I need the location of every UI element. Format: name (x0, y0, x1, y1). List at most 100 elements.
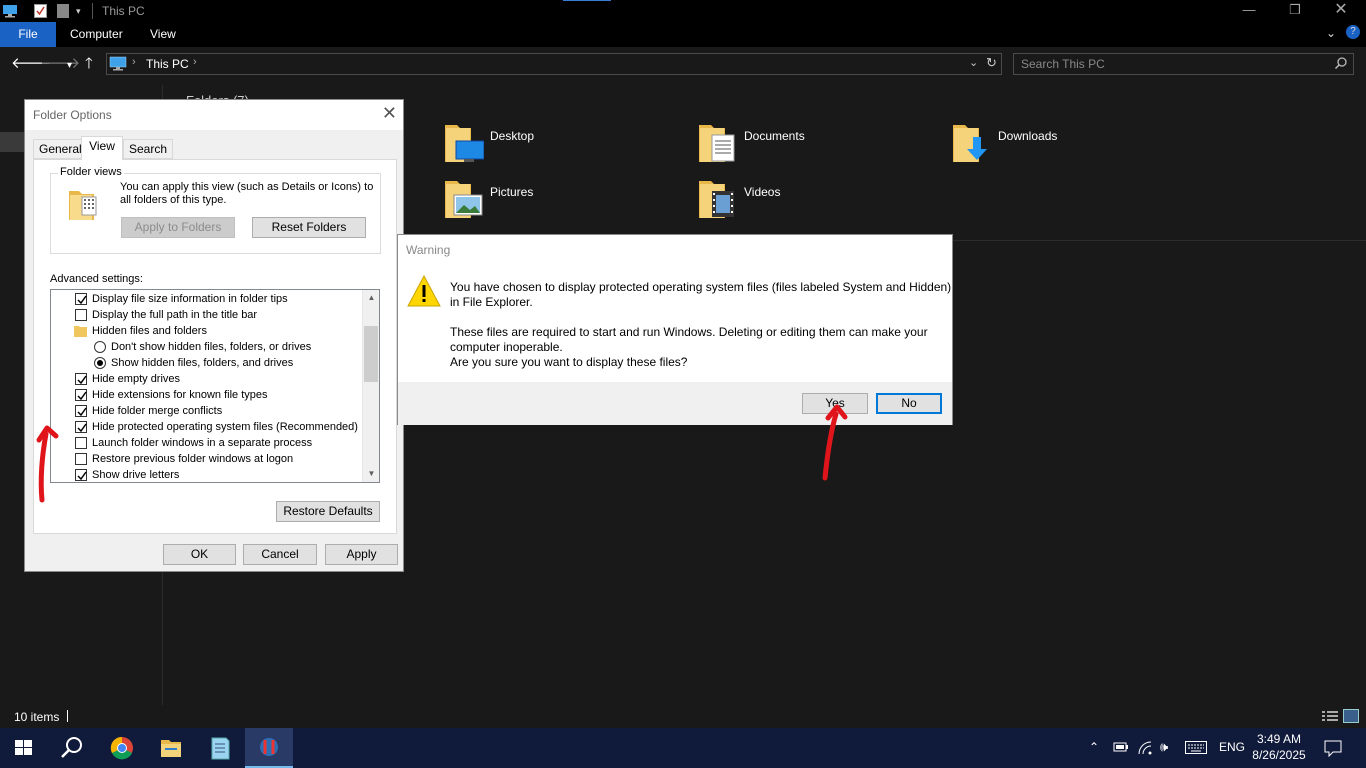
refresh-icon[interactable]: ↻ (986, 55, 997, 71)
large-icons-view-icon[interactable] (1343, 709, 1359, 723)
this-pc-icon (2, 3, 18, 19)
clock[interactable]: 3:49 AM 8/26/2025 (1250, 731, 1308, 763)
checkbox[interactable] (75, 373, 87, 385)
setting-display-full-path[interactable]: Display the full path in the title bar (51, 307, 361, 323)
help-icon[interactable]: ? (1346, 25, 1360, 39)
network-icon[interactable] (1137, 740, 1153, 768)
status-separator (67, 710, 68, 722)
file-explorer-icon[interactable] (147, 728, 195, 768)
breadcrumb-this-pc[interactable]: This PC (146, 57, 189, 71)
warning-message-line1: You have chosen to display protected ope… (450, 280, 952, 294)
setting-display-file-size[interactable]: Display file size information in folder … (51, 291, 361, 307)
setting-label: Hide folder merge conflicts (92, 405, 223, 417)
folder-documents[interactable]: Documents (698, 123, 938, 167)
checkbox[interactable] (75, 469, 87, 481)
start-button[interactable] (0, 728, 48, 768)
reset-folders-button[interactable]: Reset Folders (252, 217, 366, 238)
apply-to-folders-button[interactable]: Apply to Folders (121, 217, 235, 238)
close-button[interactable]: ✕ (1318, 0, 1364, 22)
breadcrumb-chevron-icon[interactable]: › (132, 56, 136, 68)
search-input[interactable]: Search This PC (1013, 53, 1354, 75)
setting-dont-show-hidden[interactable]: Don't show hidden files, folders, or dri… (51, 339, 361, 355)
radio-button[interactable] (94, 341, 106, 353)
tab-computer[interactable]: Computer (56, 22, 137, 47)
scroll-up-icon[interactable]: ▲ (363, 291, 379, 305)
no-button[interactable]: No (876, 393, 942, 414)
show-hidden-icons-icon[interactable]: ⌃ (1089, 740, 1099, 768)
nav-selected-item[interactable] (0, 132, 24, 152)
folder-videos[interactable]: Videos (698, 179, 938, 223)
close-icon[interactable]: ✕ (382, 103, 397, 124)
setting-hide-merge-conflicts[interactable]: Hide folder merge conflicts (51, 403, 361, 419)
active-app-icon[interactable] (245, 728, 293, 768)
checkbox[interactable] (75, 453, 87, 465)
ok-button[interactable]: OK (163, 544, 236, 565)
view-tab-panel: Folder views You can apply this view (su… (33, 159, 397, 534)
battery-icon[interactable] (1112, 740, 1130, 768)
up-arrow-icon[interactable]: 🡑 (85, 56, 93, 72)
language-indicator[interactable]: ENG (1219, 740, 1245, 768)
desktop-folder-icon (445, 125, 484, 162)
expand-ribbon-icon[interactable]: ⌄ (1326, 26, 1336, 40)
folder-desktop[interactable]: Desktop (444, 123, 684, 167)
setting-restore-previous-windows[interactable]: Restore previous folder windows at logon (51, 451, 361, 467)
customize-quick-access-icon[interactable]: ▾ (76, 3, 81, 19)
setting-hide-empty-drives[interactable]: Hide empty drives (51, 371, 361, 387)
setting-group-hidden-files: Hidden files and folders (51, 323, 361, 339)
volume-icon[interactable]: 🕪 (1160, 739, 1168, 768)
search-icon[interactable] (1334, 56, 1348, 73)
breadcrumb-chevron-icon[interactable]: › (193, 56, 197, 68)
minimize-button[interactable]: — (1226, 0, 1272, 22)
checkbox[interactable] (75, 293, 87, 305)
warning-question: Are you sure you want to display these f… (450, 355, 688, 369)
title-accent (563, 0, 611, 1)
advanced-settings-list[interactable]: Display file size information in folder … (50, 289, 380, 483)
address-dropdown-icon[interactable]: ⌄ (969, 56, 978, 69)
notepad-app-icon[interactable] (196, 728, 244, 768)
dialog-title-bar[interactable]: Warning (398, 235, 952, 265)
setting-hide-protected-files[interactable]: Hide protected operating system files (R… (51, 419, 361, 435)
tab-file[interactable]: File (0, 22, 56, 47)
folder-pictures[interactable]: Pictures (444, 179, 684, 223)
folder-downloads[interactable]: Downloads (952, 123, 1192, 167)
settings-scrollbar[interactable]: ▲ ▼ (362, 290, 379, 482)
dialog-title-bar[interactable]: Folder Options ✕ (25, 100, 403, 130)
address-bar[interactable]: › This PC › ⌄ ↻ (106, 53, 1002, 75)
tab-search[interactable]: Search (123, 139, 174, 159)
folder-name: Pictures (490, 185, 534, 199)
search-placeholder: Search This PC (1021, 57, 1105, 71)
tab-view[interactable]: View (81, 136, 123, 160)
restore-defaults-button[interactable]: Restore Defaults (276, 501, 380, 522)
setting-show-hidden[interactable]: Show hidden files, folders, and drives (51, 355, 361, 371)
cancel-button[interactable]: Cancel (243, 544, 317, 565)
new-folder-icon[interactable] (57, 3, 69, 19)
recent-locations-icon[interactable]: ▾ (67, 58, 72, 74)
radio-button[interactable] (94, 357, 106, 369)
checkbox[interactable] (75, 389, 87, 401)
touch-keyboard-icon[interactable] (1185, 741, 1207, 768)
properties-icon[interactable] (34, 3, 47, 19)
downloads-folder-icon (953, 125, 987, 162)
apply-button[interactable]: Apply (325, 544, 398, 565)
search-icon[interactable] (48, 728, 96, 768)
setting-show-drive-letters[interactable]: Show drive letters (51, 467, 361, 482)
checkbox[interactable] (75, 421, 87, 433)
advanced-settings-label: Advanced settings: (50, 273, 143, 285)
tab-view[interactable]: View (136, 22, 190, 47)
notifications-icon[interactable] (1324, 739, 1342, 768)
chrome-icon[interactable] (98, 728, 146, 768)
checkbox[interactable] (75, 309, 87, 321)
folder-name: Downloads (998, 129, 1058, 143)
checkbox[interactable] (75, 437, 87, 449)
warning-button-bar: Yes No (398, 382, 952, 425)
restore-button[interactable]: ❐ (1272, 0, 1318, 22)
details-view-icon[interactable] (1322, 710, 1338, 723)
checkbox[interactable] (75, 405, 87, 417)
scroll-down-icon[interactable]: ▼ (363, 467, 379, 481)
forward-arrow-icon[interactable]: 🡒 (40, 56, 80, 72)
setting-hide-extensions[interactable]: Hide extensions for known file types (51, 387, 361, 403)
setting-launch-separate-process[interactable]: Launch folder windows in a separate proc… (51, 435, 361, 451)
tab-general[interactable]: General (33, 139, 88, 159)
warning-icon (407, 275, 441, 307)
scrollbar-thumb[interactable] (364, 326, 378, 382)
